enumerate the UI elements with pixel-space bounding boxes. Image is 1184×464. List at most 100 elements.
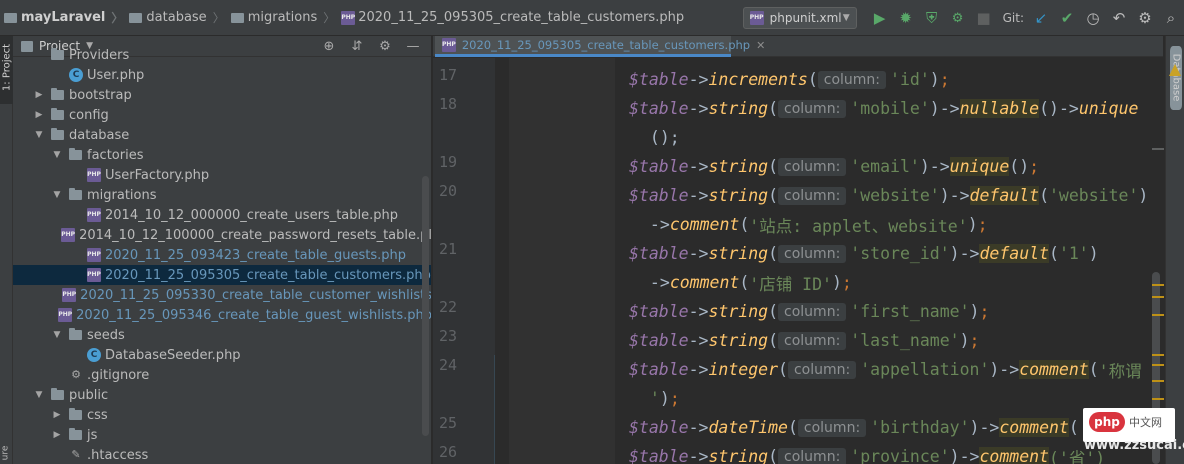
collapsed-arrow-icon[interactable]: ▶ (51, 430, 63, 440)
editor-tab-active[interactable]: PHP 2020_11_25_095305_create_table_custo… (435, 36, 765, 57)
tree-file[interactable]: C User.php (13, 65, 431, 85)
code-token: )-> (969, 418, 1000, 437)
debug-icon[interactable]: ✹ (893, 0, 919, 36)
tree-folder[interactable]: ▶ css (13, 405, 431, 425)
line-number: 26 (439, 443, 458, 461)
parameter-hint: column: (797, 418, 867, 437)
code-token: ( (768, 99, 779, 118)
tree-folder[interactable]: ▼ migrations (13, 185, 431, 205)
parameter-hint: column: (778, 186, 847, 205)
code-token: '1' (1058, 244, 1089, 263)
code-token: -> (688, 157, 709, 176)
code-token: ( (807, 70, 818, 89)
fold-stripe[interactable] (1152, 148, 1164, 150)
watermark-badge: php 中文网 (1083, 408, 1175, 442)
tree-file[interactable]: PHP 2020_11_25_093423_create_table_guests… (13, 245, 431, 265)
warning-stripe[interactable] (1152, 354, 1164, 356)
tree-folder[interactable]: ▼ factories (13, 145, 431, 165)
code-token: $table (629, 99, 689, 118)
folder-icon (51, 108, 64, 120)
warning-stripe[interactable] (1152, 314, 1164, 316)
expanded-arrow-icon[interactable]: ▼ (51, 330, 63, 340)
line-number: 25 (439, 414, 458, 432)
tree-folder[interactable]: ▶ js (13, 425, 431, 445)
folder-icon (51, 128, 64, 140)
tree-folder[interactable]: ▼ seeds (13, 325, 431, 345)
code-line: $table -> string(column:'email')-> unique()… (629, 152, 1039, 181)
tree-folder[interactable]: ▼ database (13, 125, 431, 145)
warning-stripe[interactable] (1152, 296, 1164, 298)
expanded-arrow-icon[interactable]: ▼ (33, 130, 45, 140)
right-tool-strip: Database (1165, 36, 1184, 464)
code-token: comment (669, 273, 740, 292)
stop-icon[interactable]: ■ (971, 0, 997, 36)
code-token: ( (739, 273, 750, 292)
code-line: $table -> integer(column:'appellation')-> c… (629, 355, 1142, 384)
breadcrumb-migrations[interactable]: migrations 〉 (230, 0, 342, 36)
code-token: ; (1029, 157, 1040, 176)
code-token: 'first_name' (850, 302, 970, 321)
coverage-icon[interactable]: ⛨ (919, 0, 945, 36)
expanded-arrow-icon[interactable]: ▼ (51, 190, 63, 200)
code-token: -> (688, 447, 709, 464)
run-configuration-select[interactable]: PHP phpunit.xml ▼ (742, 7, 857, 29)
git-update-icon[interactable]: ↙ (1028, 0, 1054, 36)
php-file-icon: PHP (442, 38, 456, 52)
collapsed-arrow-icon[interactable]: ▶ (33, 90, 45, 100)
code-token: dateTime (708, 418, 788, 437)
breadcrumb-database[interactable]: database 〉 (129, 0, 230, 36)
warning-stripe[interactable] (1152, 398, 1164, 400)
line-number: 19 (439, 153, 458, 171)
tree-file[interactable]: PHP 2020_11_25_095305_create_table_custom… (13, 265, 431, 285)
code-token: ( (778, 360, 788, 379)
run-icon[interactable]: ▶ (867, 0, 893, 36)
collapsed-arrow-icon[interactable]: ▶ (51, 410, 63, 420)
php-file-icon: PHP (87, 248, 101, 262)
search-icon[interactable]: ⌕ (1158, 0, 1184, 36)
tree-file[interactable]: PHP 2014_10_12_100000_create_password_res… (13, 225, 431, 245)
breadcrumb-project[interactable]: mayLaravel 〉 (4, 0, 129, 36)
code-token: ( (768, 331, 779, 350)
tree-folder[interactable]: Providers (13, 45, 431, 65)
settings-icon[interactable]: ⚙ (1132, 0, 1158, 36)
tree-file[interactable]: ⚙ .gitignore (13, 365, 431, 385)
code-token: comment (669, 215, 740, 234)
code-token: ; (969, 331, 980, 350)
code-token: -> (688, 302, 709, 321)
tree-file[interactable]: C DatabaseSeeder.php (13, 345, 431, 365)
parameter-hint: column: (778, 447, 847, 464)
tree-file[interactable]: PHP 2020_11_25_095330_create_table_custom… (13, 285, 431, 305)
expanded-arrow-icon[interactable]: ▼ (33, 390, 45, 400)
code-token: ' (640, 389, 660, 408)
tree-file[interactable]: ✎ .htaccess (13, 445, 431, 464)
history-icon[interactable]: ◷ (1080, 0, 1106, 36)
warning-stripe[interactable] (1152, 380, 1164, 382)
code-token: ( (768, 447, 779, 464)
folder-icon (69, 428, 82, 440)
tree-file[interactable]: PHP UserFactory.php (13, 165, 431, 185)
collapsed-arrow-icon[interactable]: ▶ (33, 110, 45, 120)
tree-folder[interactable]: ▼ public (13, 385, 431, 405)
warning-stripe[interactable] (1152, 364, 1164, 366)
warning-stripe[interactable] (1152, 284, 1164, 286)
git-commit-icon[interactable]: ✔ (1054, 0, 1080, 36)
editor-gutter: 17 18 19 20 21 22 23 24 25 26 (433, 58, 495, 464)
tree-file[interactable]: PHP 2020_11_25_095346_create_table_guest_… (13, 305, 431, 325)
tree-file[interactable]: PHP 2014_10_12_000000_create_users_table.… (13, 205, 431, 225)
database-tool-tab[interactable]: Database (1166, 36, 1184, 116)
parameter-hint: column: (778, 302, 847, 321)
close-icon[interactable]: ✕ (756, 39, 765, 52)
code-token: 'mobile' (850, 99, 930, 118)
profile-icon[interactable]: ⚙ (945, 0, 971, 36)
code-editor[interactable]: $table -> increments(column:'id'); $table ->… (495, 58, 1165, 464)
expanded-arrow-icon[interactable]: ▼ (51, 150, 63, 160)
tree-folder[interactable]: ▶ bootstrap (13, 85, 431, 105)
project-tool-tab[interactable]: 1: Project (0, 36, 13, 104)
breadcrumb-file[interactable]: PHP 2020_11_25_095305_create_table_custo… (341, 0, 684, 36)
code-token: ; (841, 273, 852, 292)
project-tree-scrollbar[interactable] (422, 176, 429, 436)
revert-icon[interactable]: ↶ (1106, 0, 1132, 36)
line-number: 18 (439, 95, 458, 113)
tree-folder[interactable]: ▶ config (13, 105, 431, 125)
code-token: '称谓 (1098, 361, 1142, 381)
